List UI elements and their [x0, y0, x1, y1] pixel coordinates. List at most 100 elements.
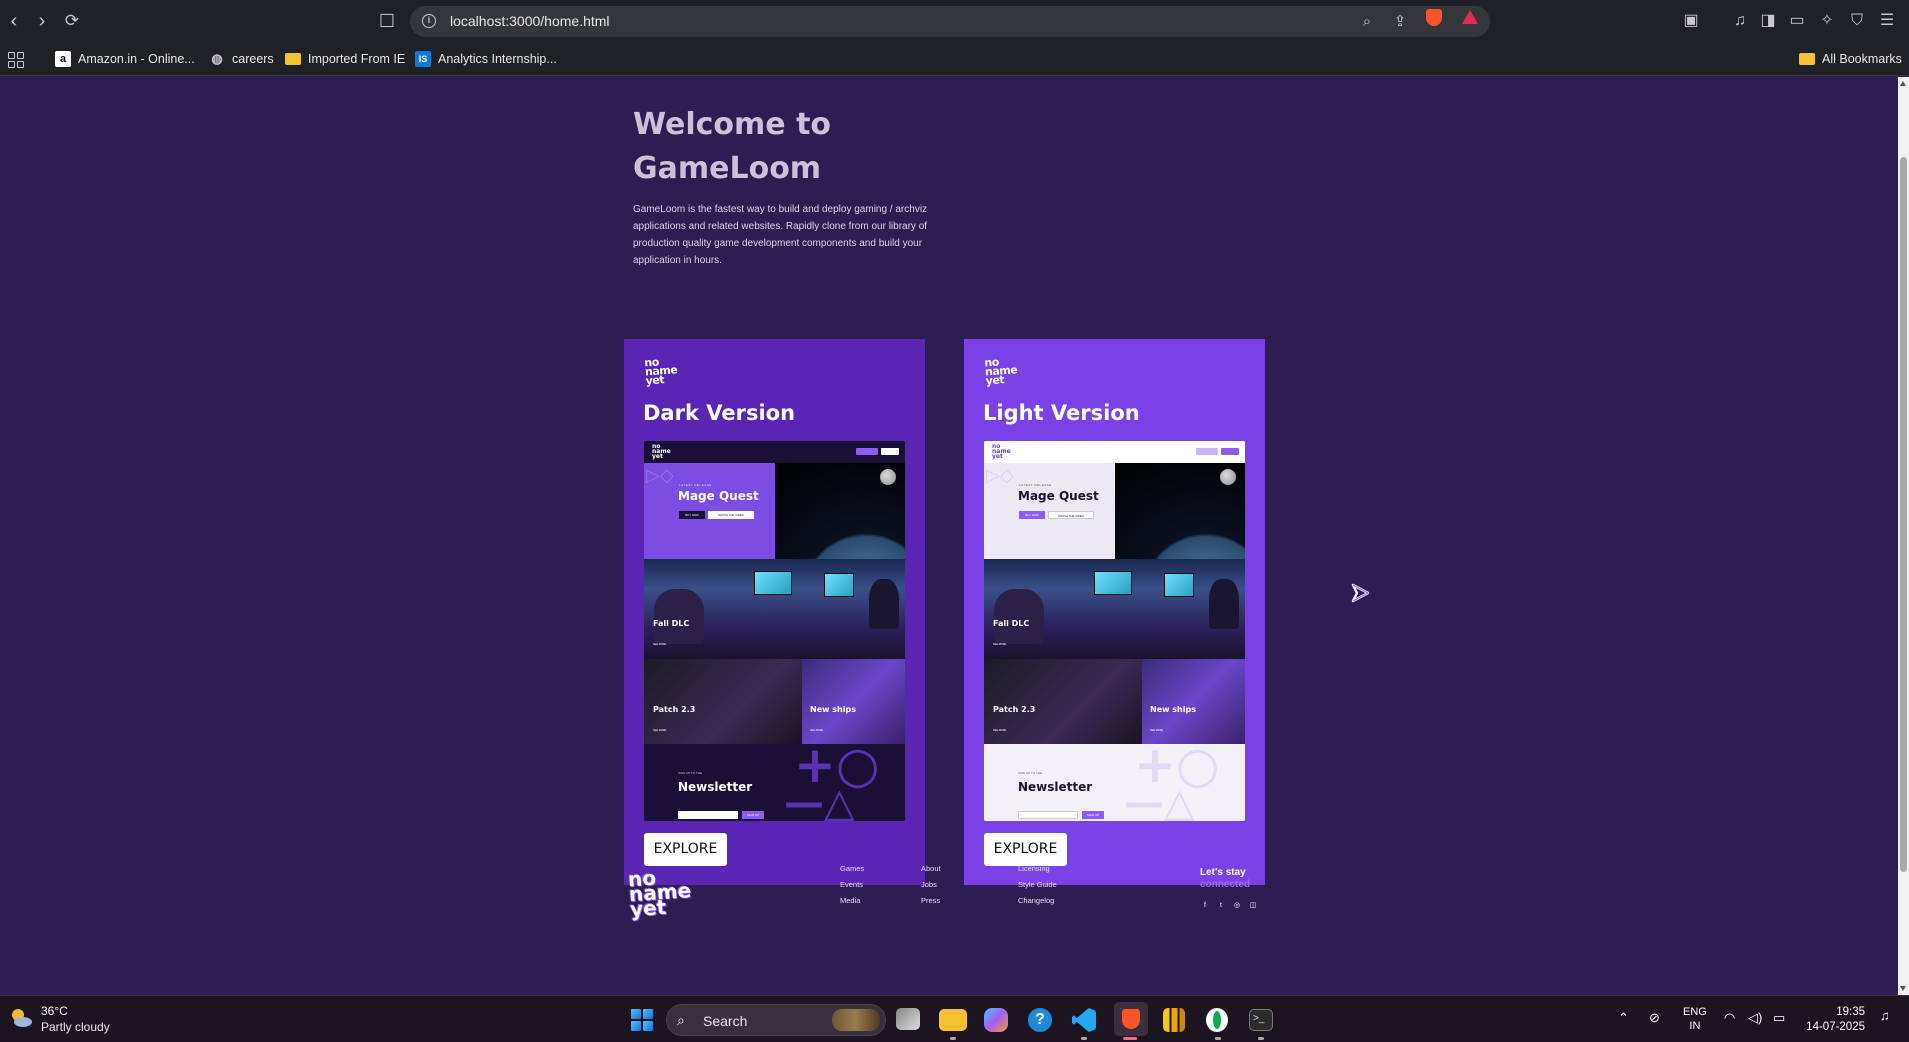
power-bi-icon[interactable]	[1163, 1008, 1185, 1032]
bookmark-imported-ie[interactable]: Imported From IE	[285, 48, 405, 70]
bookmark-label: careers	[232, 52, 274, 66]
windows-start-button[interactable]	[631, 1009, 653, 1031]
mongodb-compass-icon[interactable]	[1206, 1008, 1228, 1032]
footer-col-1: Games Events Media	[840, 861, 864, 909]
preview-headline: Mage Quest	[1018, 489, 1099, 503]
menu-icon[interactable]: ☰	[1876, 10, 1898, 32]
footer-link-changelog[interactable]: Changelog	[1018, 893, 1057, 909]
preview-nav: no name yet	[644, 441, 905, 463]
light-preview-image[interactable]: no name yet LATEST RELEASE Mage Quest BU…	[984, 441, 1245, 821]
page-scrollbar[interactable]	[1898, 77, 1909, 995]
bookmark-amazon[interactable]: a Amazon.in - Online...	[55, 48, 195, 70]
vscode-icon[interactable]	[1072, 1008, 1096, 1032]
preview-more: SEE MORE	[653, 643, 667, 646]
language-indicator[interactable]: ENG IN	[1683, 1005, 1707, 1033]
twitter-icon[interactable]: t	[1216, 901, 1226, 911]
battery-icon[interactable]: ▭	[1773, 1010, 1785, 1026]
address-bar[interactable]: i localhost:3000/home.html ⌕ ⇪	[410, 6, 1490, 37]
share-icon[interactable]: ⇪	[1390, 12, 1410, 32]
preview-more: SEE MORE	[810, 729, 824, 732]
copilot-icon[interactable]	[984, 1008, 1008, 1032]
wallet-icon[interactable]: ▭	[1786, 10, 1808, 32]
bookmark-icon[interactable]: ☐	[376, 10, 398, 32]
brave-rewards-icon[interactable]	[1462, 10, 1478, 24]
task-view-icon[interactable]	[896, 1008, 920, 1030]
dark-preview-image[interactable]: no name yet LATEST RELEASE Mage Quest BU…	[644, 441, 905, 821]
weather-description[interactable]: Partly cloudy	[41, 1020, 110, 1034]
partly-cloudy-icon[interactable]	[8, 1005, 34, 1031]
preview-dlc-image: Fall DLC SEE MORE	[644, 559, 905, 659]
active-indicator	[1123, 1037, 1137, 1040]
taskbar-search-label: Search	[703, 1013, 748, 1029]
footer-logo[interactable]: no name yet	[627, 866, 701, 922]
dark-version-card: no name yet Dark Version no name yet LAT…	[624, 339, 925, 885]
brave-shields-icon[interactable]	[1426, 9, 1442, 26]
bookmark-analytics[interactable]: IS Analytics Internship...	[415, 48, 557, 70]
help-icon[interactable]: ?	[1028, 1008, 1052, 1032]
preview-newsletter: +○ —△ SIGN UP TO THE Newsletter SIGN UP	[644, 736, 905, 821]
back-icon[interactable]: ‹	[2, 9, 26, 33]
zoom-icon[interactable]: ⌕	[1357, 12, 1377, 32]
leo-ai-icon[interactable]: ✧	[1816, 10, 1838, 32]
page-viewport: Welcome to GameLoom GameLoom is the fast…	[0, 77, 1898, 995]
preview-ships-image: New ships SEE MORE	[1142, 659, 1245, 744]
card-logo: no name yet	[983, 355, 1018, 388]
preview-news-title: Newsletter	[678, 780, 753, 794]
instagram-icon[interactable]: ◎	[1232, 901, 1242, 911]
preview-kicker: LATEST RELEASE	[1019, 483, 1052, 487]
url-text[interactable]: localhost:3000/home.html	[450, 13, 610, 29]
person-shape	[869, 579, 899, 629]
media-icon[interactable]: ♫	[1729, 10, 1751, 32]
terminal-icon[interactable]: >_	[1249, 1009, 1273, 1031]
globe-icon: ◍	[211, 51, 223, 66]
bookmark-careers[interactable]: ◍ careers	[209, 48, 274, 70]
file-explorer-icon[interactable]	[939, 1009, 967, 1031]
scroll-down-arrow[interactable]	[1900, 986, 1906, 991]
weather-temperature[interactable]: 36°C	[41, 1004, 68, 1018]
facebook-icon[interactable]: f	[1200, 901, 1210, 911]
sidebar-icon[interactable]: ◨	[1757, 10, 1779, 32]
preview-logo: no name yet	[652, 443, 671, 460]
discord-icon[interactable]: ◫	[1248, 901, 1258, 911]
folder-icon	[285, 53, 301, 65]
vpn-icon[interactable]: ⛉	[1846, 10, 1868, 32]
footer-link-licensing[interactable]: Licensing	[1018, 861, 1057, 877]
monitor-shape	[1164, 573, 1194, 597]
forward-icon[interactable]: ›	[30, 9, 54, 33]
reader-mode-icon[interactable]: ▣	[1680, 10, 1702, 32]
all-bookmarks[interactable]: All Bookmarks	[1799, 48, 1902, 70]
scroll-thumb[interactable]	[1900, 157, 1907, 872]
brave-taskbar-icon[interactable]	[1114, 1002, 1148, 1036]
reload-icon[interactable]: ⟳	[60, 9, 84, 33]
apps-grid-icon[interactable]	[8, 52, 24, 68]
footer-link-style-guide[interactable]: Style Guide	[1018, 877, 1057, 893]
running-indicator	[1215, 1037, 1221, 1040]
scroll-up-arrow[interactable]	[1900, 81, 1906, 86]
footer-link-about[interactable]: About	[921, 861, 941, 877]
preview-more: SEE MORE	[1150, 729, 1164, 732]
person-shape	[654, 589, 704, 644]
preview-nav-btn2	[881, 448, 899, 455]
footer-link-press[interactable]: Press	[921, 893, 941, 909]
explore-dark-button[interactable]: EXPLORE	[644, 833, 727, 866]
preview-kicker: LATEST RELEASE	[679, 483, 712, 487]
footer-link-jobs[interactable]: Jobs	[921, 877, 941, 893]
taskbar-search[interactable]: ⌕ Search	[666, 1004, 886, 1036]
site-info-icon[interactable]: i	[422, 14, 436, 28]
network-off-icon[interactable]: ⊘	[1649, 1010, 1660, 1026]
wifi-icon[interactable]: ◠	[1724, 1010, 1735, 1026]
preview-news-title: Newsletter	[1018, 780, 1093, 794]
show-hidden-icons-icon[interactable]: ⌃	[1618, 1010, 1629, 1026]
preview-dlc-label: Fall DLC	[993, 619, 1030, 628]
volume-icon[interactable]: ◁)	[1748, 1010, 1762, 1026]
footer-link-games[interactable]: Games	[840, 861, 864, 877]
preview-nav: no name yet	[984, 441, 1245, 463]
notification-bell-icon[interactable]: ♫	[1880, 1008, 1890, 1023]
card-title: Light Version	[983, 401, 1140, 425]
system-clock[interactable]: 19:35 14-07-2025	[1805, 1005, 1865, 1035]
search-highlight-image	[832, 1009, 880, 1031]
running-indicator	[950, 1037, 956, 1040]
footer-link-media[interactable]: Media	[840, 893, 864, 909]
hero-title: Welcome to GameLoom	[633, 107, 832, 186]
footer-link-events[interactable]: Events	[840, 877, 864, 893]
